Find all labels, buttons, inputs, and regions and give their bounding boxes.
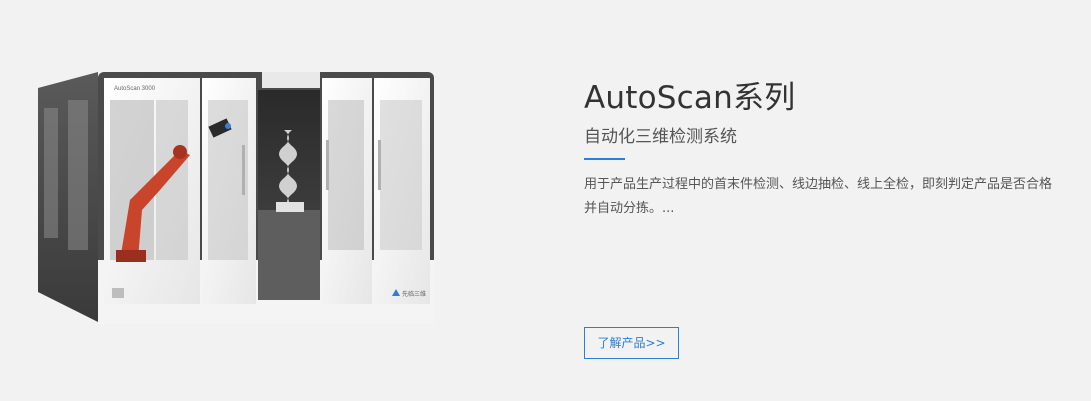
learn-more-button[interactable]: 了解产品>> — [584, 327, 679, 359]
product-subtitle: 自动化三维检测系统 — [584, 127, 737, 147]
product-description: 用于产品生产过程中的首末件检测、线边抽检、线上全检，即刻判定产品是否合格并自动分… — [584, 177, 1053, 216]
product-image: AutoScan 3000 先临三维 — [38, 72, 434, 324]
accent-divider — [584, 158, 625, 160]
product-info: AutoScan系列 自动化三维检测系统 用于产品生产过程中的首末件检测、线边抽… — [584, 0, 1064, 401]
product-title: AutoScan系列 — [584, 80, 796, 116]
machine-label: AutoScan 3000 — [114, 86, 156, 92]
brand-label: 先临三维 — [402, 290, 426, 298]
